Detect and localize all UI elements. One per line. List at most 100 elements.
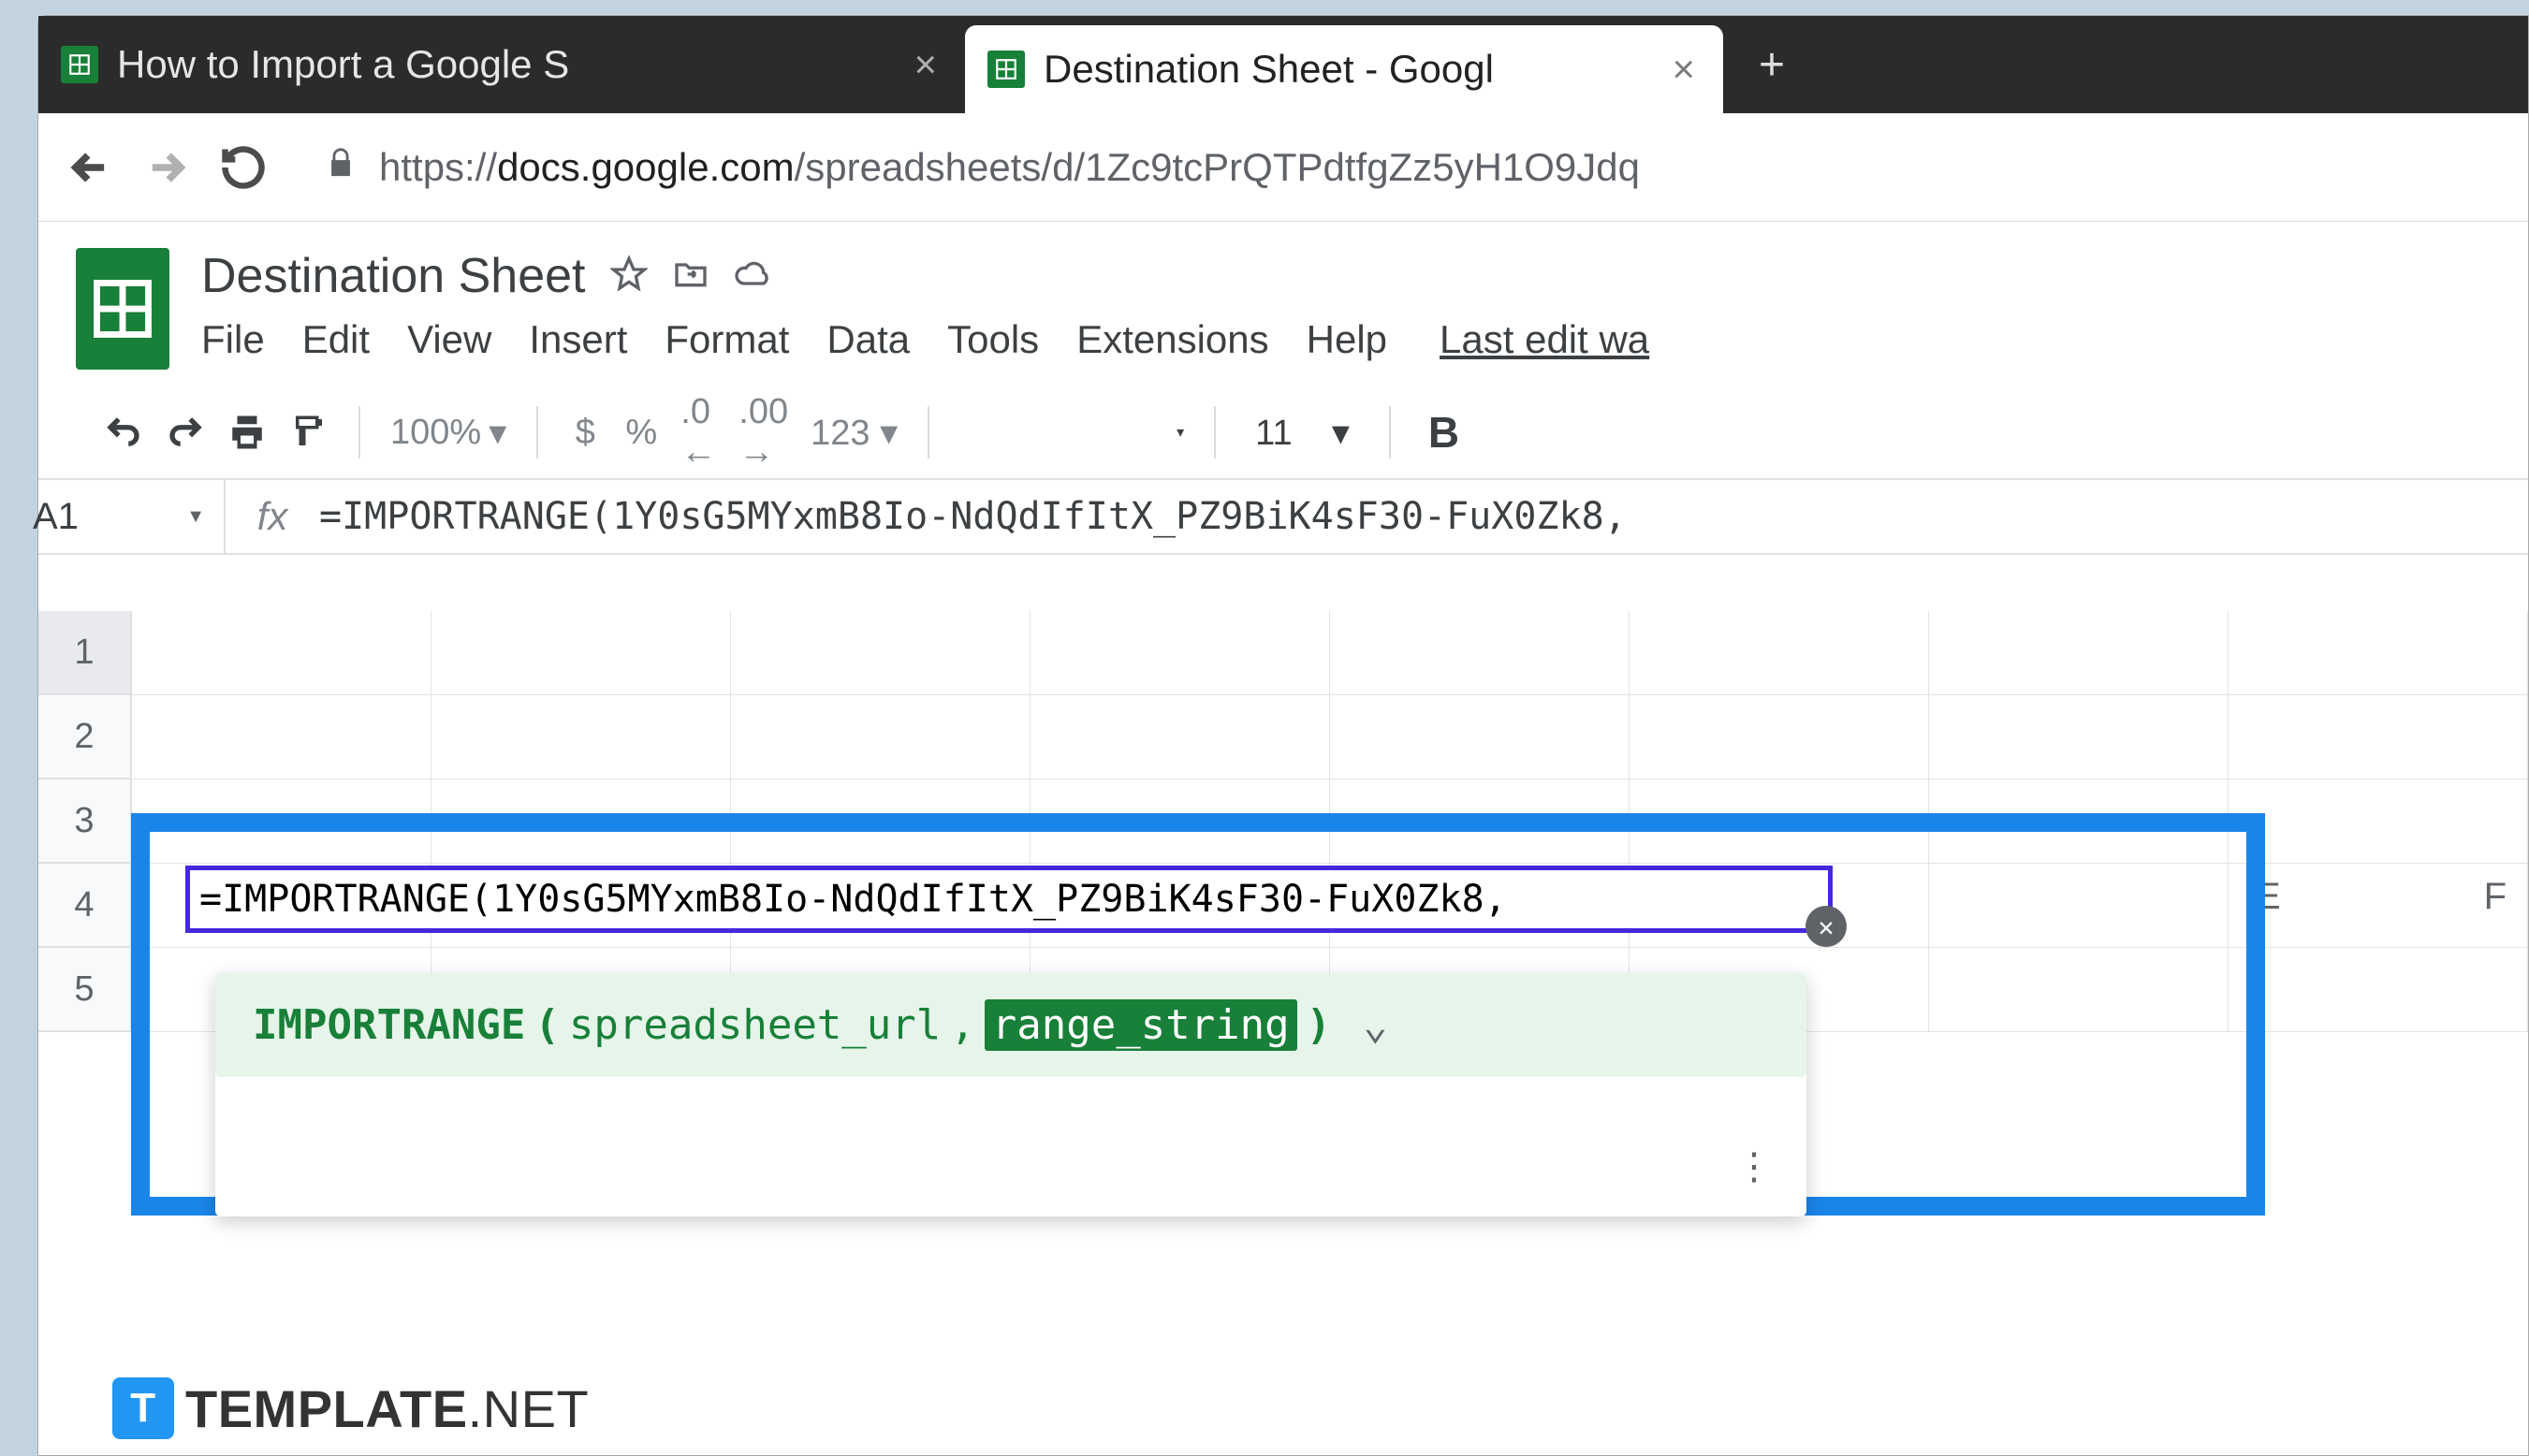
chevron-down-icon: ▾ [489, 412, 506, 454]
row-header-5[interactable]: 5 [38, 948, 132, 1032]
watermark: T TEMPLATE.NET [112, 1377, 589, 1439]
cell[interactable] [1031, 695, 1330, 779]
cell[interactable] [1929, 948, 2229, 1032]
cell[interactable] [1630, 695, 1929, 779]
formula-name: IMPORTRANGE [253, 1001, 525, 1049]
cell[interactable] [431, 695, 731, 779]
column-header-f[interactable]: F [2484, 876, 2507, 918]
tab-title: Destination Sheet - Googl [1044, 47, 1647, 92]
zoom-dropdown[interactable]: 100% ▾ [381, 412, 516, 454]
lock-icon [325, 144, 357, 191]
menu-data[interactable]: Data [826, 317, 910, 362]
paint-format-button[interactable] [280, 406, 338, 459]
cell[interactable] [132, 611, 431, 695]
move-folder-icon[interactable] [672, 255, 709, 298]
formula-param-2-active: range_string [985, 999, 1297, 1051]
more-formats-dropdown[interactable]: 123 ▾ [801, 406, 907, 459]
percent-button[interactable]: % [615, 406, 667, 459]
watermark-logo-icon: T [112, 1377, 174, 1439]
menu-bar: File Edit View Insert Format Data Tools … [201, 317, 2528, 362]
menu-file[interactable]: File [201, 317, 265, 362]
address-bar[interactable]: https://docs.google.com/spreadsheets/d/1… [287, 144, 2509, 191]
cell-editor-close-icon[interactable]: ✕ [1805, 906, 1847, 947]
cell[interactable] [1330, 611, 1630, 695]
browser-tab-0[interactable]: How to Import a Google S × [38, 16, 965, 113]
watermark-suffix: .NET [468, 1379, 590, 1438]
formula-input[interactable]: =IMPORTRANGE(1Y0sG5MYxmB8Io-NdQdIfItX_PZ… [319, 495, 1627, 538]
menu-view[interactable]: View [407, 317, 491, 362]
cell[interactable] [1929, 864, 2229, 948]
menu-edit[interactable]: Edit [302, 317, 370, 362]
menu-format[interactable]: Format [665, 317, 789, 362]
cell[interactable] [1630, 779, 1929, 864]
cell[interactable] [132, 695, 431, 779]
increase-decimal-button[interactable]: .00→ [729, 406, 797, 459]
cell-editor[interactable]: =IMPORTRANGE(1Y0sG5MYxmB8Io-NdQdIfItX_PZ… [185, 866, 1833, 933]
back-button[interactable] [57, 135, 123, 200]
cell[interactable] [431, 611, 731, 695]
zoom-value: 100% [390, 413, 481, 453]
menu-tools[interactable]: Tools [947, 317, 1039, 362]
fx-icon: fx [226, 494, 319, 539]
bold-button[interactable]: B [1411, 407, 1476, 458]
formula-autocomplete[interactable]: IMPORTRANGE(spreadsheet_url, range_strin… [215, 973, 1806, 1077]
star-icon[interactable] [610, 255, 648, 298]
formula-bar: AA1 ▼ fx =IMPORTRANGE(1Y0sG5MYxmB8Io-NdQ… [38, 480, 2528, 555]
browser-toolbar: https://docs.google.com/spreadsheets/d/1… [38, 113, 2528, 222]
forward-button[interactable] [134, 135, 199, 200]
more-options-icon[interactable]: ⋮ [1735, 1145, 1769, 1188]
reload-button[interactable] [211, 135, 276, 200]
redo-button[interactable] [156, 406, 214, 459]
browser-tab-1[interactable]: Destination Sheet - Googl × [965, 25, 1723, 113]
menu-help[interactable]: Help [1307, 317, 1387, 362]
cell[interactable] [2229, 611, 2528, 695]
url-scheme: https:// [379, 145, 497, 189]
document-title[interactable]: Destination Sheet [201, 248, 586, 304]
last-edit-link[interactable]: Last edit wa [1440, 317, 1649, 362]
row-header-3[interactable]: 3 [38, 779, 132, 864]
sheets-favicon-icon [987, 51, 1025, 88]
cell[interactable] [2229, 695, 2528, 779]
name-box[interactable]: AA1 ▼ [38, 480, 226, 553]
row-header-2[interactable]: 2 [38, 695, 132, 779]
undo-button[interactable] [95, 406, 153, 459]
cell[interactable] [2229, 948, 2528, 1032]
sheets-favicon-icon [61, 46, 98, 83]
cloud-status-icon[interactable] [734, 255, 771, 298]
cell[interactable] [731, 779, 1031, 864]
browser-tab-strip: How to Import a Google S × Destination S… [38, 16, 2528, 113]
currency-button[interactable]: $ [559, 406, 611, 459]
spreadsheet-grid: 1 2 3 4 5 [38, 555, 2528, 611]
formula-help-card: IMPORTRANGE(spreadsheet_url, range_strin… [215, 973, 1806, 1216]
tab-close-icon[interactable]: × [1666, 47, 1701, 92]
menu-extensions[interactable]: Extensions [1076, 317, 1268, 362]
row-header-1[interactable]: 1 [38, 611, 132, 695]
cell[interactable] [731, 695, 1031, 779]
tab-close-icon[interactable]: × [908, 42, 943, 87]
cell[interactable] [431, 779, 731, 864]
cell[interactable] [1630, 611, 1929, 695]
sheets-logo-icon[interactable] [76, 248, 169, 370]
cell[interactable] [731, 611, 1031, 695]
cell[interactable] [2229, 779, 2528, 864]
cell[interactable] [1929, 611, 2229, 695]
cell-reference: A1 [33, 496, 79, 538]
cell[interactable] [1929, 779, 2229, 864]
cell[interactable] [132, 779, 431, 864]
url-path: /spreadsheets/d/1Zc9tcPrQTPdtfgZz5yH1O9J… [795, 145, 1640, 189]
font-size-value: 11 [1255, 414, 1292, 453]
chevron-down-icon[interactable]: ⌄ [1363, 1001, 1388, 1049]
row-header-4[interactable]: 4 [38, 864, 132, 948]
font-dropdown[interactable]: ▾ [950, 406, 1193, 459]
new-tab-button[interactable]: + [1742, 35, 1802, 95]
menu-insert[interactable]: Insert [529, 317, 627, 362]
cell[interactable] [1330, 695, 1630, 779]
column-header-e[interactable]: E [2256, 876, 2281, 918]
decrease-decimal-button[interactable]: .0← [671, 406, 725, 459]
print-button[interactable] [218, 406, 276, 459]
cell[interactable] [1330, 779, 1630, 864]
font-size-dropdown[interactable]: 11 ▾ [1236, 412, 1368, 454]
cell[interactable] [1031, 611, 1330, 695]
cell[interactable] [1031, 779, 1330, 864]
cell[interactable] [1929, 695, 2229, 779]
